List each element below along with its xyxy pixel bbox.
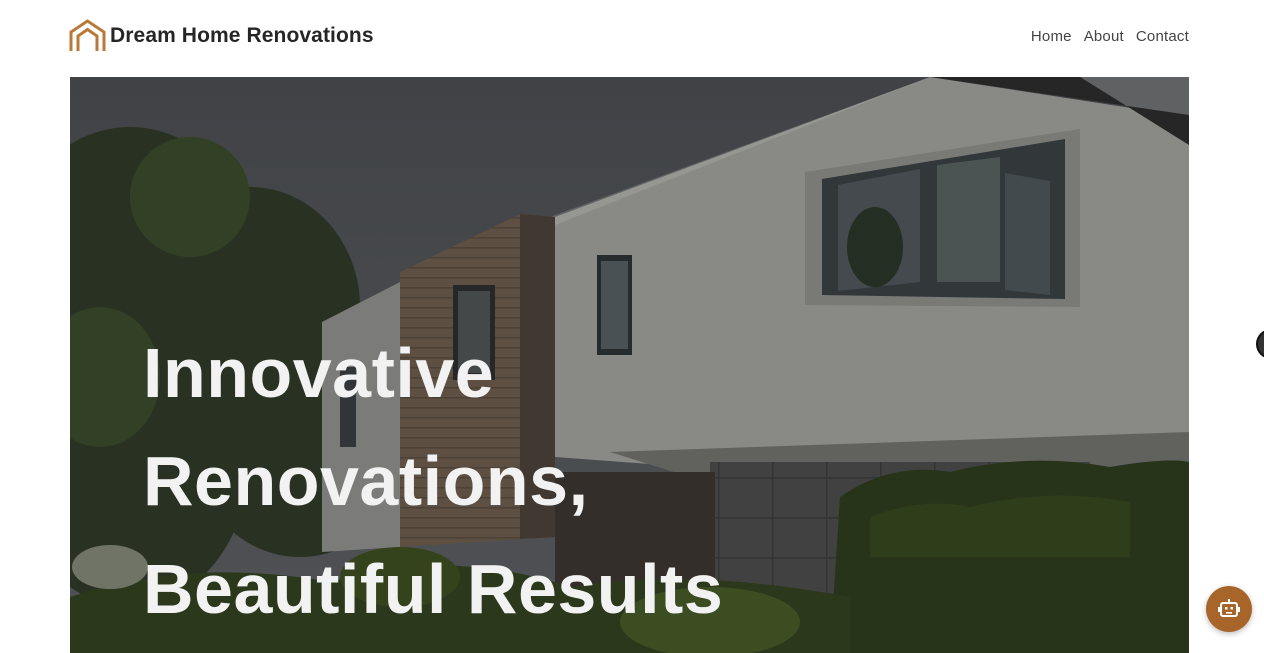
nav-item-about[interactable]: About — [1084, 28, 1124, 45]
chatbot-button[interactable] — [1206, 586, 1252, 632]
hero-headline-line-2: Renovations, — [143, 442, 589, 520]
hero-headline: Innovative Renovations, Beautiful Result… — [143, 319, 723, 643]
hero-section: Innovative Renovations, Beautiful Result… — [70, 77, 1189, 653]
site-header: Dream Home Renovations Home About Contac… — [0, 0, 1264, 77]
nav-item-contact[interactable]: Contact — [1136, 28, 1189, 45]
main-nav: Home About Contact — [1031, 28, 1189, 45]
hero-headline-line-1: Innovative — [143, 334, 495, 412]
house-outline-icon — [69, 19, 106, 51]
nav-item-home[interactable]: Home — [1031, 28, 1072, 45]
side-edge-handle[interactable] — [1256, 329, 1264, 359]
robot-icon — [1218, 599, 1240, 617]
brand-name: Dream Home Renovations — [110, 24, 374, 47]
brand-logo-link[interactable]: Dream Home Renovations — [69, 19, 374, 53]
hero-headline-line-3: Beautiful Results — [143, 550, 724, 628]
